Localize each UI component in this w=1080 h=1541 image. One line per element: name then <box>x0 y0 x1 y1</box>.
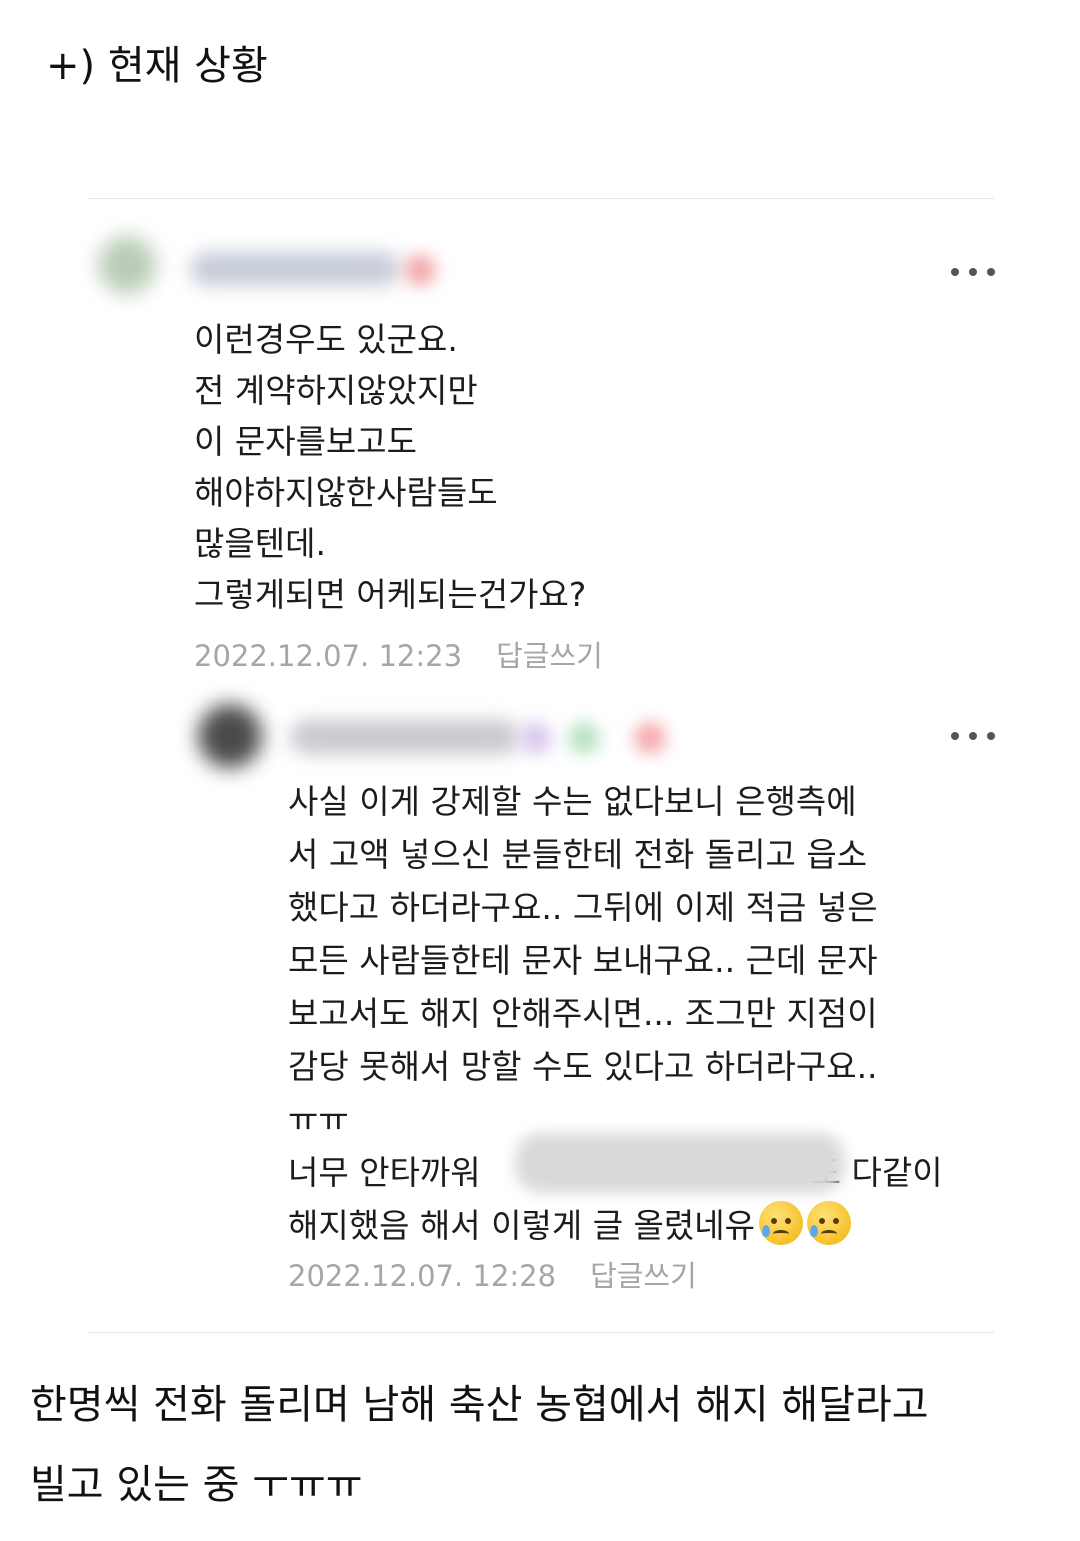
reply-line: 보고서도 해지 안해주시면... 조그만 지점이 <box>288 994 878 1033</box>
reply-line: 서 고액 넣으신 분들한테 전화 돌리고 읍소 <box>288 835 868 874</box>
caption-line: 한명씩 전화 돌리며 남해 축산 농협에서 해지 해달라고 <box>30 1382 929 1428</box>
commenter-badge-redacted <box>404 254 436 286</box>
reply-commenter-avatar[interactable] <box>198 704 262 768</box>
reply-more-options-icon[interactable] <box>951 729 995 743</box>
reply-line: 했다고 하더라구요.. 그뒤에 이제 적금 넣은 <box>288 888 878 927</box>
reply-button[interactable]: 답글쓰기 <box>590 1259 697 1293</box>
reply-timestamp: 2022.12.07. 12:28 <box>288 1259 557 1293</box>
top-divider <box>88 198 994 199</box>
reply-line: 해지했음 해서 이렇게 글 올렸네유 <box>288 1199 943 1252</box>
sad-face-emoji-icon <box>807 1201 851 1245</box>
reply-button[interactable]: 답글쓰기 <box>496 639 603 673</box>
sad-face-emoji-icon <box>759 1201 803 1245</box>
commenter-name-redacted[interactable] <box>190 252 400 286</box>
reply-line: 모든 사람들한테 문자 보내구요.. 근데 문자 <box>288 941 878 980</box>
bottom-divider <box>88 1332 994 1333</box>
reply-meta: 2022.12.07. 12:28 답글쓰기 <box>288 1256 697 1296</box>
more-options-icon[interactable] <box>951 265 995 279</box>
reply-line: 사실 이게 강제할 수는 없다보니 은행측에 <box>288 782 857 821</box>
reply-commenter-badge-redacted <box>634 722 666 754</box>
commenter-avatar[interactable] <box>98 236 156 294</box>
reply-commenter-badge-redacted <box>568 722 600 754</box>
caption: 한명씩 전화 돌리며 남해 축산 농협에서 해지 해달라고 빌고 있는 중 ㅜㅠ… <box>30 1365 929 1525</box>
comment-timestamp: 2022.12.07. 12:23 <box>194 639 463 673</box>
reply-line-text: 해지했음 해서 이렇게 글 올렸네유 <box>288 1206 755 1245</box>
reply-line-start: 너무 안타까워 <box>288 1153 481 1192</box>
reply-line: 감당 못해서 망할 수도 있다고 하더라구요.. <box>288 1047 878 1086</box>
caption-line: 빌고 있는 중 ㅜㅠㅠ <box>30 1462 363 1508</box>
comment-meta: 2022.12.07. 12:23 답글쓰기 <box>194 636 603 676</box>
redaction-blur <box>515 1133 845 1193</box>
reply-commenter-name-redacted[interactable] <box>290 720 520 754</box>
page-title: +) 현재 상황 <box>46 43 268 89</box>
reply-commenter-badge-redacted <box>520 722 552 754</box>
comment-body: 이런경우도 있군요. 전 계약하지않았지만 이 문자를보고도 해야하지않한사람들… <box>194 320 587 614</box>
